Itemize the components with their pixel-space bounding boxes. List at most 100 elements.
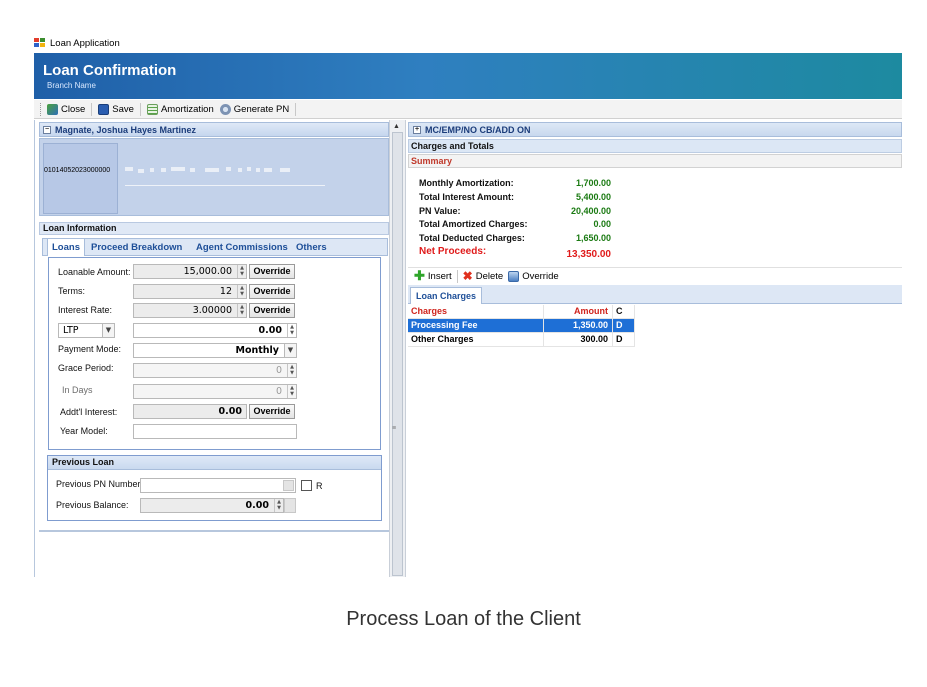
loan-type-label: MC/EMP/NO CB/ADD ON [425,124,531,135]
close-button[interactable]: Close [47,103,86,115]
override-charges-button[interactable]: Override [508,270,559,282]
spinner-arrows-icon[interactable]: ▲ ▼ [274,499,283,512]
gear-icon [219,103,231,115]
table-icon [146,103,158,115]
table-row[interactable]: Processing Fee 1,350.00 D [408,319,635,333]
tab-others[interactable]: Others [296,242,327,253]
interest-rate-label: Interest Rate: [58,305,113,315]
chevron-down-icon[interactable]: ▼ [102,324,114,337]
override-terms-button[interactable]: Override [249,284,295,299]
expand-icon[interactable]: + [413,125,421,134]
insert-button[interactable]: ✚ Insert [414,269,452,282]
override-icon [508,270,520,282]
r-checkbox-label: R [316,481,323,491]
charge-name: Processing Fee [408,319,544,333]
save-button[interactable]: Save [98,103,134,115]
toolbar-separator [295,102,297,116]
scrollbar-thumb[interactable] [392,132,403,576]
terms-value: 12 [219,286,232,297]
chevron-down-icon[interactable]: ▼ [284,344,296,357]
lookup-button[interactable] [283,480,294,491]
app-icon [34,38,45,48]
override-loanable-button[interactable]: Override [249,264,295,279]
divider [125,185,325,186]
previous-balance-field[interactable]: 0.00 ▲ ▼ [140,498,284,513]
r-checkbox[interactable] [301,480,312,491]
spinner-arrows-icon[interactable]: ▲ ▼ [237,285,246,298]
payment-mode-select[interactable]: Monthly ▼ [133,343,297,358]
ltp-value-field[interactable]: 0.00 ▲ ▼ [133,323,297,338]
delete-button[interactable]: ✖ Delete [463,270,504,282]
charges-tabstrip: Loan Charges [408,285,902,304]
spinner-arrows-icon[interactable]: ▲ ▼ [237,265,246,278]
override-addtl-interest-button[interactable]: Override [249,404,295,419]
left-pane: − Magnate, Joshua Hayes Martinez 0101405… [34,120,389,577]
previous-pn-label: Previous PN Number: [56,479,144,489]
tab-loan-charges[interactable]: Loan Charges [410,287,483,304]
net-proceeds-label: Net Proceeds: [419,246,487,257]
year-model-field[interactable] [133,424,297,439]
table-row[interactable]: Other Charges 300.00 D [408,333,635,347]
interest-rate-field[interactable]: 3.00000 ▲ ▼ [133,303,247,318]
charge-name: Other Charges [408,333,544,347]
client-card: 01014052023000000 [39,138,389,234]
divider [39,530,389,532]
charge-amount: 1,350.00 [544,319,613,333]
previous-balance-label: Previous Balance: [56,500,129,510]
grace-period-field[interactable]: 0 ▲ ▼ [133,363,297,378]
monthly-amortization-label: Monthly Amortization: [419,178,514,188]
charge-amount: 300.00 [544,333,613,347]
charges-totals-title: Charges and Totals [408,139,902,153]
column-header-amount[interactable]: Amount [544,305,613,319]
total-interest-label: Total Interest Amount: [419,192,514,202]
figure-caption: Process Loan of the Client [346,608,581,630]
pane-splitter[interactable]: ▲ ≡ [389,120,406,577]
monthly-amortization-value: 1,700.00 [575,178,611,188]
ltp-select[interactable]: LTP ▼ [58,323,115,338]
net-proceeds-value: 13,350.00 [566,249,612,260]
in-days-label: In Days [62,385,93,395]
balance-extra-button[interactable] [284,498,296,513]
spinner-arrows-icon[interactable]: ▲ ▼ [287,364,296,377]
column-header-charges[interactable]: Charges [408,305,544,319]
terms-field[interactable]: 12 ▲ ▼ [133,284,247,299]
generate-pn-label: Generate PN [233,103,290,115]
scroll-up-icon[interactable]: ▲ [393,123,400,130]
addtl-interest-value: 0.00 [218,406,242,417]
terms-label: Terms: [58,286,85,296]
tab-proceed-breakdown[interactable]: Proceed Breakdown [91,242,182,253]
tab-agent-commissions[interactable]: Agent Commissions [196,242,288,253]
save-icon [98,103,110,115]
charge-type: D [613,333,635,347]
addtl-interest-field[interactable]: 0.00 [133,404,247,419]
spinner-arrows-icon[interactable]: ▲ ▼ [287,324,296,337]
total-interest-value: 5,400.00 [575,192,611,202]
amortization-button[interactable]: Amortization [146,103,214,115]
loan-type-header[interactable]: + MC/EMP/NO CB/ADD ON [408,122,902,137]
client-photo[interactable] [43,143,118,214]
spinner-arrows-icon[interactable]: ▲ ▼ [237,304,246,317]
column-header-c[interactable]: C [613,305,635,319]
loanable-amount-field[interactable]: 15,000.00 ▲ ▼ [133,264,247,279]
loans-form: Loanable Amount: 15,000.00 ▲ ▼ Override T… [48,257,381,450]
loanable-amount-value: 15,000.00 [183,266,232,277]
tab-loans[interactable]: Loans [47,238,85,256]
override-interest-button[interactable]: Override [249,303,295,318]
client-header[interactable]: − Magnate, Joshua Hayes Martinez [39,122,389,137]
in-days-field[interactable]: 0 ▲ ▼ [133,384,297,399]
client-id: 01014052023000000 [44,167,111,174]
override-label: Override [522,270,559,282]
previous-pn-field[interactable] [140,478,296,493]
loan-information-title: Loan Information [39,222,389,235]
previous-balance-value: 0.00 [245,500,269,511]
main-toolbar: Close Save Amortization Generate PN [34,100,902,119]
amortization-label: Amortization [160,103,214,115]
collapse-icon[interactable]: − [43,125,51,134]
generate-pn-button[interactable]: Generate PN [219,103,290,115]
grace-period-label: Grace Period: [58,363,114,373]
previous-loan-title: Previous Loan [48,456,381,470]
close-label: Close [61,103,86,115]
loanable-amount-label: Loanable Amount: [58,267,131,277]
delete-label: Delete [475,270,504,282]
spinner-arrows-icon[interactable]: ▲ ▼ [287,385,296,398]
